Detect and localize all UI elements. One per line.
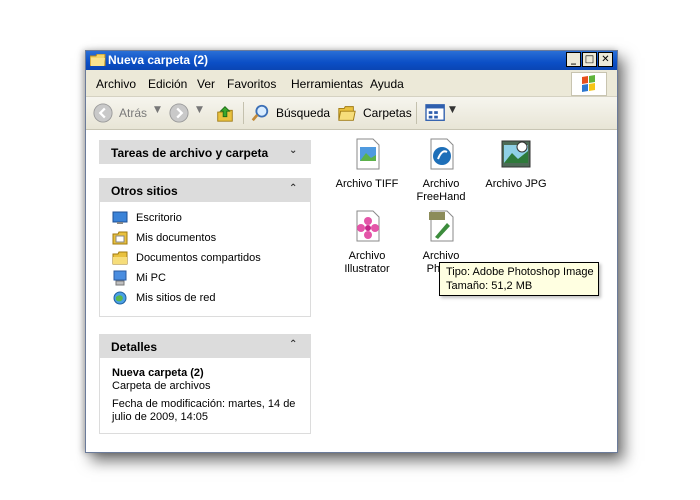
maximize-button[interactable]: □	[582, 52, 597, 67]
panel-title: Otros sitios	[111, 184, 178, 198]
freehand-file-icon	[430, 138, 454, 170]
search-icon[interactable]	[249, 103, 271, 123]
panel-header[interactable]: Otros sitios ⌃	[99, 178, 311, 202]
file-item[interactable]: Archivo TIFF	[329, 137, 405, 191]
link-escritorio[interactable]: Escritorio	[100, 208, 310, 228]
file-label: Archivo FreeHand	[416, 178, 466, 203]
details-name: Nueva carpeta (2)	[112, 367, 204, 379]
link-mi-pc[interactable]: Mi PC	[100, 268, 310, 288]
my-documents-icon	[112, 231, 128, 245]
shared-folder-icon	[112, 251, 128, 265]
folders-icon[interactable]	[336, 103, 358, 123]
close-button[interactable]: ✕	[598, 52, 613, 67]
file-item[interactable]: Archivo Illustrator	[329, 209, 405, 276]
details-panel: Detalles ⌃ Nueva carpeta (2) Carpeta de …	[99, 334, 311, 434]
file-label: Archivo Illustrator	[344, 250, 390, 275]
chevron-up-icon[interactable]: ⌃	[289, 182, 301, 196]
file-item[interactable]: Archivo JPG	[478, 137, 554, 191]
desktop-icon	[112, 211, 128, 224]
details-modified-line1: Fecha de modificación: martes, 14 de	[112, 398, 296, 410]
toolbar: Atrás ▼ ▼ Búsqueda Carpetas ▼	[86, 97, 617, 130]
window-title: Nueva carpeta (2)	[108, 53, 209, 67]
search-button-label[interactable]: Búsqueda	[276, 106, 330, 120]
menu-edicion[interactable]: Edición	[148, 77, 187, 91]
tooltip-type: Tipo: Adobe Photoshop Image	[446, 266, 594, 278]
explorer-window: Nueva carpeta (2) _ □ ✕ Archivo Edición …	[85, 50, 618, 453]
forward-dropdown-icon[interactable]: ▼	[196, 105, 203, 115]
title-bar[interactable]: Nueva carpeta (2) _ □ ✕	[86, 51, 617, 70]
panel-title: Tareas de archivo y carpeta	[111, 146, 269, 160]
menu-favoritos[interactable]: Favoritos	[227, 77, 276, 91]
menu-herramientas[interactable]: Herramientas	[291, 77, 363, 91]
file-label: Archivo TIFF	[335, 178, 399, 190]
jpg-file-icon	[501, 140, 531, 168]
chevron-up-icon[interactable]: ⌃	[289, 338, 301, 352]
menu-ayuda[interactable]: Ayuda	[370, 77, 404, 91]
tiff-file-icon	[356, 138, 380, 170]
up-folder-icon[interactable]	[214, 103, 236, 123]
my-computer-icon	[113, 270, 127, 286]
views-icon[interactable]	[424, 103, 448, 123]
back-button-label[interactable]: Atrás	[119, 106, 147, 120]
toolbar-separator	[243, 102, 244, 124]
file-item[interactable]: Archivo FreeHand	[403, 137, 479, 204]
forward-arrow-icon[interactable]	[168, 103, 190, 123]
other-places-panel: Otros sitios ⌃ Escritorio Mis documentos…	[99, 178, 311, 317]
panel-title: Detalles	[111, 340, 158, 354]
windows-logo-icon	[571, 72, 607, 96]
photoshop-file-icon	[429, 210, 454, 242]
menu-archivo[interactable]: Archivo	[96, 77, 136, 91]
details-type: Carpeta de archivos	[112, 380, 211, 392]
file-folder-tasks-panel: Tareas de archivo y carpeta ⌄	[99, 140, 311, 164]
link-mis-documentos[interactable]: Mis documentos	[100, 228, 310, 248]
folder-icon	[90, 54, 106, 66]
panel-header[interactable]: Detalles ⌃	[99, 334, 311, 358]
link-mis-sitios-de-red[interactable]: Mis sitios de red	[100, 288, 310, 308]
back-arrow-icon[interactable]	[92, 103, 114, 123]
file-tooltip: Tipo: Adobe Photoshop Image Tamaño: 51,2…	[439, 262, 599, 296]
file-label: Archivo JPG	[485, 178, 547, 190]
task-pane: Tareas de archivo y carpeta ⌄ Otros siti…	[86, 130, 326, 452]
views-dropdown-icon[interactable]: ▼	[449, 105, 456, 115]
folders-button-label[interactable]: Carpetas	[363, 106, 412, 120]
panel-header[interactable]: Tareas de archivo y carpeta ⌄	[99, 140, 311, 164]
details-modified-line2: julio de 2009, 14:05	[112, 411, 209, 423]
toolbar-separator	[416, 102, 417, 124]
chevron-down-icon[interactable]: ⌄	[289, 144, 301, 158]
link-documentos-compartidos[interactable]: Documentos compartidos	[100, 248, 310, 268]
minimize-button[interactable]: _	[566, 52, 581, 67]
menu-ver[interactable]: Ver	[197, 77, 215, 91]
menu-bar: Archivo Edición Ver Favoritos Herramient…	[86, 70, 617, 97]
tooltip-size: Tamaño: 51,2 MB	[446, 280, 533, 292]
back-dropdown-icon[interactable]: ▼	[154, 105, 161, 115]
network-places-icon	[113, 291, 127, 305]
illustrator-file-icon	[356, 210, 380, 242]
